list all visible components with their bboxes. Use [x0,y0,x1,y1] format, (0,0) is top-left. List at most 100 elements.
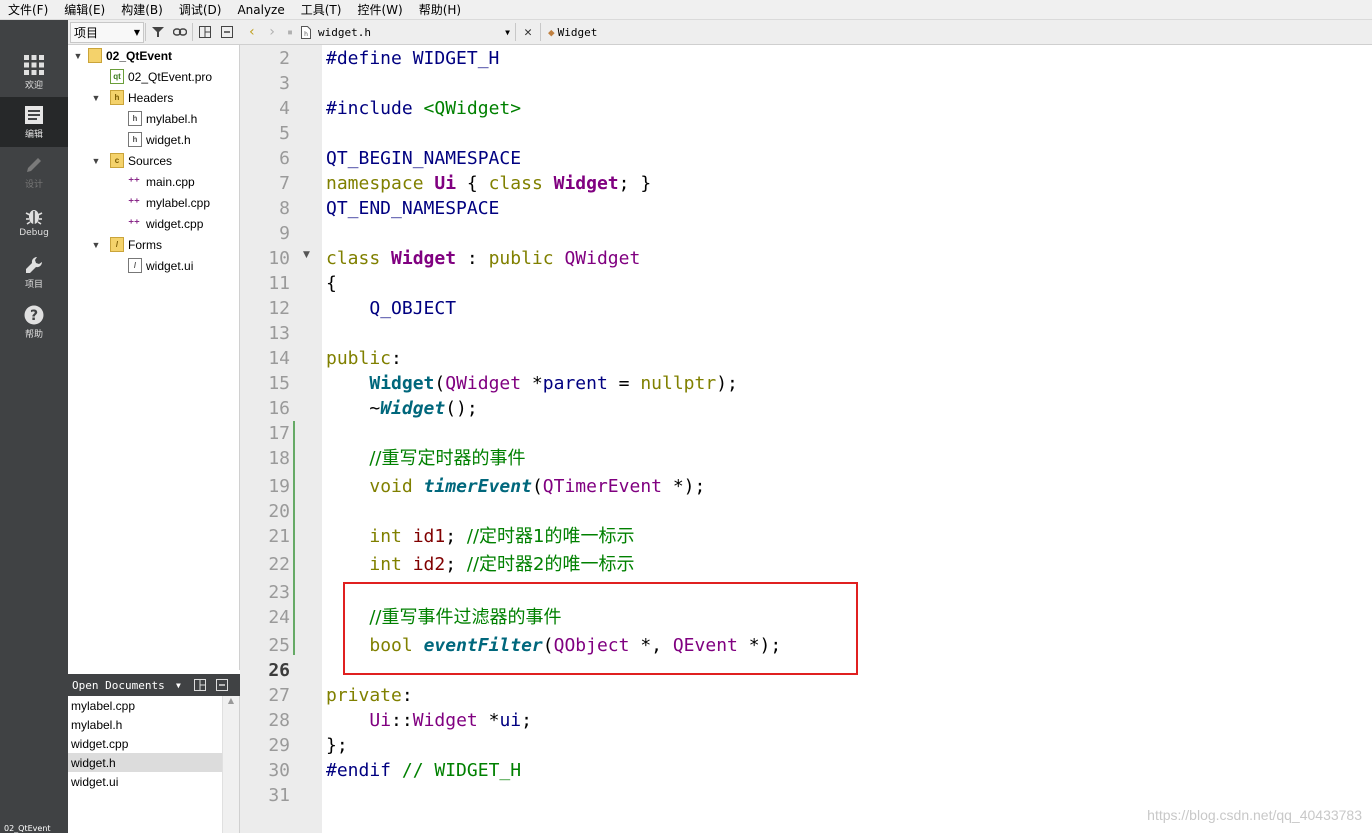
mode-label: 帮助 [24,329,43,340]
view-selector[interactable]: 项目 ▼ [70,21,144,43]
open-documents-scrollbar[interactable]: ▲ [222,696,239,833]
mode-label: 设计 [24,179,43,190]
code-token: #define WIDGET_H [326,48,500,69]
line-number: 16 [268,398,290,419]
menu-debug[interactable]: 调试(D) [171,1,230,19]
line-number: 9 [279,223,290,244]
code-line-28: Ui::Widget *ui; [326,708,532,733]
tree-item-headers[interactable]: ▼ h Headers [68,87,239,108]
code-token: *); [662,476,706,497]
close-document-icon[interactable]: ✕ [517,21,539,43]
symbol-selector-label: Widget [557,25,598,39]
tree-item-widget-cpp[interactable]: ⁺⁺ widget.cpp [68,213,239,234]
line-number: 21 [268,526,290,547]
code-token: void [369,476,413,497]
open-document-item[interactable]: widget.cpp [68,734,222,753]
mode-debug[interactable]: Debug [0,197,68,247]
open-document-item[interactable]: widget.ui [68,772,222,791]
tree-item-widget-h[interactable]: h widget.h [122,129,239,150]
split-icon[interactable] [189,674,211,696]
tree-item-label: Forms [128,237,162,252]
menu-widgets[interactable]: 控件(W) [349,1,410,19]
code-token: QWidget [445,373,522,394]
code-token: Widget [369,373,435,394]
mode-design[interactable]: 设计 [0,147,68,197]
code-comment: // WIDGET_H [401,760,522,781]
code-token: :: [391,710,413,731]
chevron-down-icon[interactable]: ▼ [90,93,102,103]
code-token: ui [499,710,522,731]
code-token: ( [531,476,543,497]
document-icon: h [298,25,314,39]
mode-label: Debug [19,228,49,238]
pro-file-icon: qt [110,69,124,84]
open-documents-header: Open Documents ▼ [68,674,240,696]
code-line-27: private: [326,683,413,708]
open-document-item[interactable]: widget.h [68,753,222,772]
symbol-selector[interactable]: ◆ Widget [542,26,597,39]
fold-marker-icon[interactable]: ▼ [303,250,310,260]
code-token: Widget [391,248,457,269]
code-token: private [326,685,402,706]
document-selector[interactable]: widget.h ▼ [314,22,514,43]
filter-icon[interactable] [147,21,169,43]
mode-welcome[interactable]: 欢迎 [0,47,68,97]
code-token: public [488,248,554,269]
open-document-item[interactable]: mylabel.cpp [68,696,222,715]
mode-edit[interactable]: 编辑 [0,97,68,147]
menu-tools[interactable]: 工具(T) [293,1,350,19]
code-editor[interactable]: #define WIDGET_H #include <QWidget> QT_B… [322,45,1372,833]
chevron-down-icon[interactable]: ▼ [72,51,84,61]
tree-item-mylabel-h[interactable]: h mylabel.h [68,108,239,129]
line-number: 29 [268,735,290,756]
tree-item-sources[interactable]: ▼ c Sources [68,150,239,171]
tree-item-project[interactable]: ▼ 02_QtEvent [68,45,239,66]
tree-item-main-cpp[interactable]: ⁺⁺ main.cpp [68,171,239,192]
close-panel-icon[interactable] [216,21,238,43]
chevron-down-icon[interactable]: ▼ [176,681,181,690]
tree-item-label: main.cpp [146,174,195,189]
forward-icon[interactable]: › [262,24,282,40]
svg-text:?: ? [30,308,38,324]
scroll-up-icon[interactable]: ▲ [223,696,239,705]
code-token: timerEvent [423,476,532,497]
code-token: : [391,348,402,369]
split-icon[interactable] [194,21,216,43]
edit-document-icon [25,105,43,124]
menu-build[interactable]: 构建(B) [113,1,171,19]
code-token: Q_OBJECT [369,298,457,319]
line-number: 27 [268,685,290,706]
mode-help[interactable]: ? 帮助 [0,297,68,347]
tree-item-pro[interactable]: qt 02_QtEvent.pro [68,66,239,87]
close-panel-icon[interactable] [211,674,233,696]
chevron-down-icon[interactable]: ▼ [90,156,102,166]
back-icon[interactable]: ‹ [242,24,262,40]
code-token: int [369,554,402,575]
open-document-item[interactable]: mylabel.h [68,715,222,734]
menu-analyze[interactable]: Analyze [229,1,292,19]
tree-item-mylabel-cpp[interactable]: ⁺⁺ mylabel.cpp [68,192,239,213]
current-line-number: 26 [268,660,290,681]
link-icon[interactable] [169,21,191,43]
separator [192,23,193,41]
chevron-down-icon[interactable]: ▼ [90,240,102,250]
menu-edit[interactable]: 编辑(E) [56,1,113,19]
tree-item-forms[interactable]: ▼ / Forms [68,234,239,255]
project-status-label[interactable]: 02_QtEvent [4,824,51,833]
tree-item-widget-ui[interactable]: / widget.ui [68,255,239,276]
code-token: QTimerEvent [542,476,662,497]
pencil-icon [27,157,41,172]
project-folder-icon [88,48,102,63]
menu-help[interactable]: 帮助(H) [411,1,469,19]
code-token: #endif [326,760,392,781]
line-number: 6 [279,148,290,169]
menu-file[interactable]: 文件(F) [0,1,56,19]
mode-projects[interactable]: 项目 [0,247,68,297]
code-token: ; [521,710,532,731]
code-line-16: ~Widget(); [326,396,477,421]
tree-item-label: widget.cpp [146,216,204,231]
line-number: 20 [268,501,290,522]
